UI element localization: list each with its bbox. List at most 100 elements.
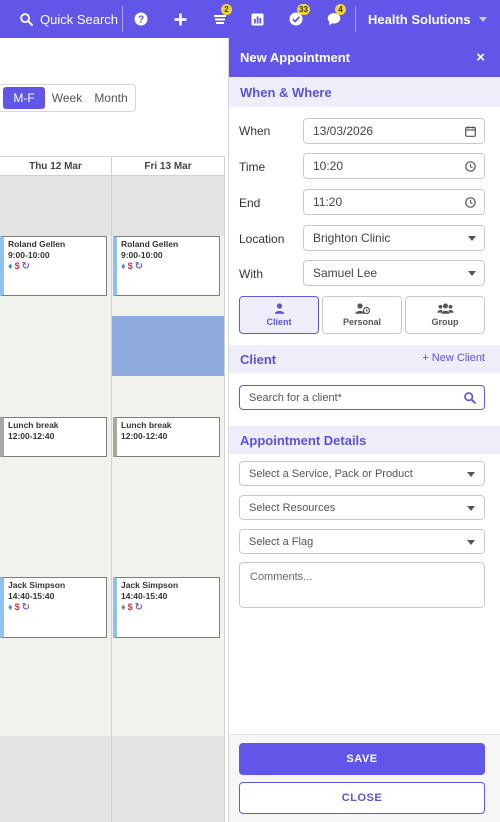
date-field[interactable]: 13/03/2026 xyxy=(303,118,485,144)
time-slot[interactable] xyxy=(0,316,111,336)
time-slot-selected[interactable] xyxy=(112,356,224,376)
plus-icon xyxy=(174,13,186,25)
tasks-button[interactable]: 33 xyxy=(284,0,310,38)
new-client-link[interactable]: + New Client xyxy=(422,352,485,364)
practitioner-select[interactable]: Samuel Lee xyxy=(303,260,485,286)
view-mf-button[interactable]: M-F xyxy=(3,87,45,109)
appointment-card[interactable]: Jack Simpson 14:40-15:40 ♦ $ ↻ xyxy=(113,577,220,638)
type-group-button[interactable]: Group xyxy=(405,296,485,334)
type-personal-button[interactable]: Personal xyxy=(322,296,402,334)
messages-button[interactable]: 4 xyxy=(322,0,346,38)
time-slot[interactable] xyxy=(112,656,224,676)
time-slot[interactable] xyxy=(0,536,111,556)
appointment-card[interactable]: Jack Simpson 14:40-15:40 ♦ $ ↻ xyxy=(0,577,107,638)
time-slot[interactable] xyxy=(112,496,224,516)
time-slot[interactable] xyxy=(112,296,224,316)
time-slot[interactable] xyxy=(112,756,224,776)
time-slot[interactable] xyxy=(0,476,111,496)
time-slot[interactable] xyxy=(0,556,111,576)
end-time-field[interactable]: 11:20 xyxy=(303,189,485,215)
tasks-badge: 33 xyxy=(297,4,310,15)
time-slot[interactable] xyxy=(112,716,224,736)
dollar-icon: $ xyxy=(127,261,133,271)
time-slot[interactable] xyxy=(112,536,224,556)
appointment-time: 14:40-15:40 xyxy=(8,591,55,601)
when-label: When xyxy=(239,124,271,138)
time-slot-row xyxy=(0,496,224,516)
time-slot[interactable] xyxy=(0,216,111,236)
reports-button[interactable] xyxy=(245,0,269,38)
time-slot-row xyxy=(0,356,224,376)
topbar-divider xyxy=(355,6,356,32)
calendar-icon xyxy=(465,119,476,143)
list-button[interactable]: 2 xyxy=(208,0,232,38)
time-slot[interactable] xyxy=(112,556,224,576)
break-card[interactable]: Lunch break 12:00-12:40 xyxy=(0,417,107,457)
view-week-button[interactable]: Week xyxy=(45,87,89,109)
time-slot[interactable] xyxy=(0,716,111,736)
time-slot[interactable] xyxy=(0,756,111,776)
time-slot[interactable] xyxy=(112,376,224,396)
location-select[interactable]: Brighton Clinic xyxy=(303,225,485,251)
time-slot[interactable] xyxy=(112,696,224,716)
time-slot[interactable] xyxy=(0,676,111,696)
time-field[interactable]: 10:20 xyxy=(303,153,485,179)
time-slot[interactable] xyxy=(112,816,224,822)
time-slot[interactable] xyxy=(0,516,111,536)
service-select[interactable]: Select a Service, Pack or Product xyxy=(239,461,485,486)
time-slot[interactable] xyxy=(0,796,111,816)
client-search-input[interactable]: Search for a client* xyxy=(239,385,485,410)
close-button[interactable]: CLOSE xyxy=(239,782,485,814)
time-slot[interactable] xyxy=(112,476,224,496)
type-group-label: Group xyxy=(431,317,459,327)
quick-search-button[interactable]: Quick Search xyxy=(20,0,118,38)
save-button[interactable]: SAVE xyxy=(239,743,485,775)
break-card[interactable]: Lunch break 12:00-12:40 xyxy=(113,417,220,457)
close-icon[interactable]: × xyxy=(476,38,485,77)
time-slot[interactable] xyxy=(112,796,224,816)
end-time-value: 11:20 xyxy=(313,195,343,209)
time-slot[interactable] xyxy=(0,456,111,476)
appointment-card[interactable]: Roland Gellen 9:00-10:00 ♦ $ ↻ xyxy=(113,236,220,296)
with-label: With xyxy=(239,267,263,281)
view-month-button[interactable]: Month xyxy=(89,87,133,109)
add-button[interactable] xyxy=(168,0,192,38)
time-slot[interactable] xyxy=(112,456,224,476)
time-slot[interactable] xyxy=(0,336,111,356)
time-slot-selected[interactable] xyxy=(112,316,224,336)
time-slot[interactable] xyxy=(112,676,224,696)
time-slot[interactable] xyxy=(0,696,111,716)
organization-menu[interactable]: Health Solutions xyxy=(368,0,487,38)
time-slot[interactable] xyxy=(0,196,111,216)
time-slot[interactable] xyxy=(0,656,111,676)
time-slot[interactable] xyxy=(0,496,111,516)
time-slot[interactable] xyxy=(0,736,111,756)
appointment-card[interactable]: Roland Gellen 9:00-10:00 ♦ $ ↻ xyxy=(0,236,107,296)
location-label: Location xyxy=(239,232,285,246)
time-slot[interactable] xyxy=(0,376,111,396)
time-slot[interactable] xyxy=(112,736,224,756)
time-slot[interactable] xyxy=(112,176,224,196)
time-slot[interactable] xyxy=(112,216,224,236)
time-slot[interactable] xyxy=(112,516,224,536)
bell-icon: ♦ xyxy=(121,261,126,271)
help-button[interactable]: ? xyxy=(129,0,153,38)
time-slot[interactable] xyxy=(112,776,224,796)
appointment-time: 9:00-10:00 xyxy=(121,250,163,260)
time-slot[interactable] xyxy=(112,196,224,216)
time-slot-selected[interactable] xyxy=(112,336,224,356)
time-slot[interactable] xyxy=(0,296,111,316)
time-slot[interactable] xyxy=(0,356,111,376)
time-slot[interactable] xyxy=(0,776,111,796)
time-slot[interactable] xyxy=(0,816,111,822)
comments-textarea[interactable]: Comments... xyxy=(239,562,485,608)
time-slot[interactable] xyxy=(0,636,111,656)
type-client-button[interactable]: Client xyxy=(239,296,319,334)
time-slot[interactable] xyxy=(0,396,111,416)
flag-select[interactable]: Select a Flag xyxy=(239,529,485,554)
time-slot[interactable] xyxy=(112,396,224,416)
appointment-time: 9:00-10:00 xyxy=(8,250,50,260)
time-slot[interactable] xyxy=(112,636,224,656)
resources-select[interactable]: Select Resources xyxy=(239,495,485,520)
time-slot[interactable] xyxy=(0,176,111,196)
